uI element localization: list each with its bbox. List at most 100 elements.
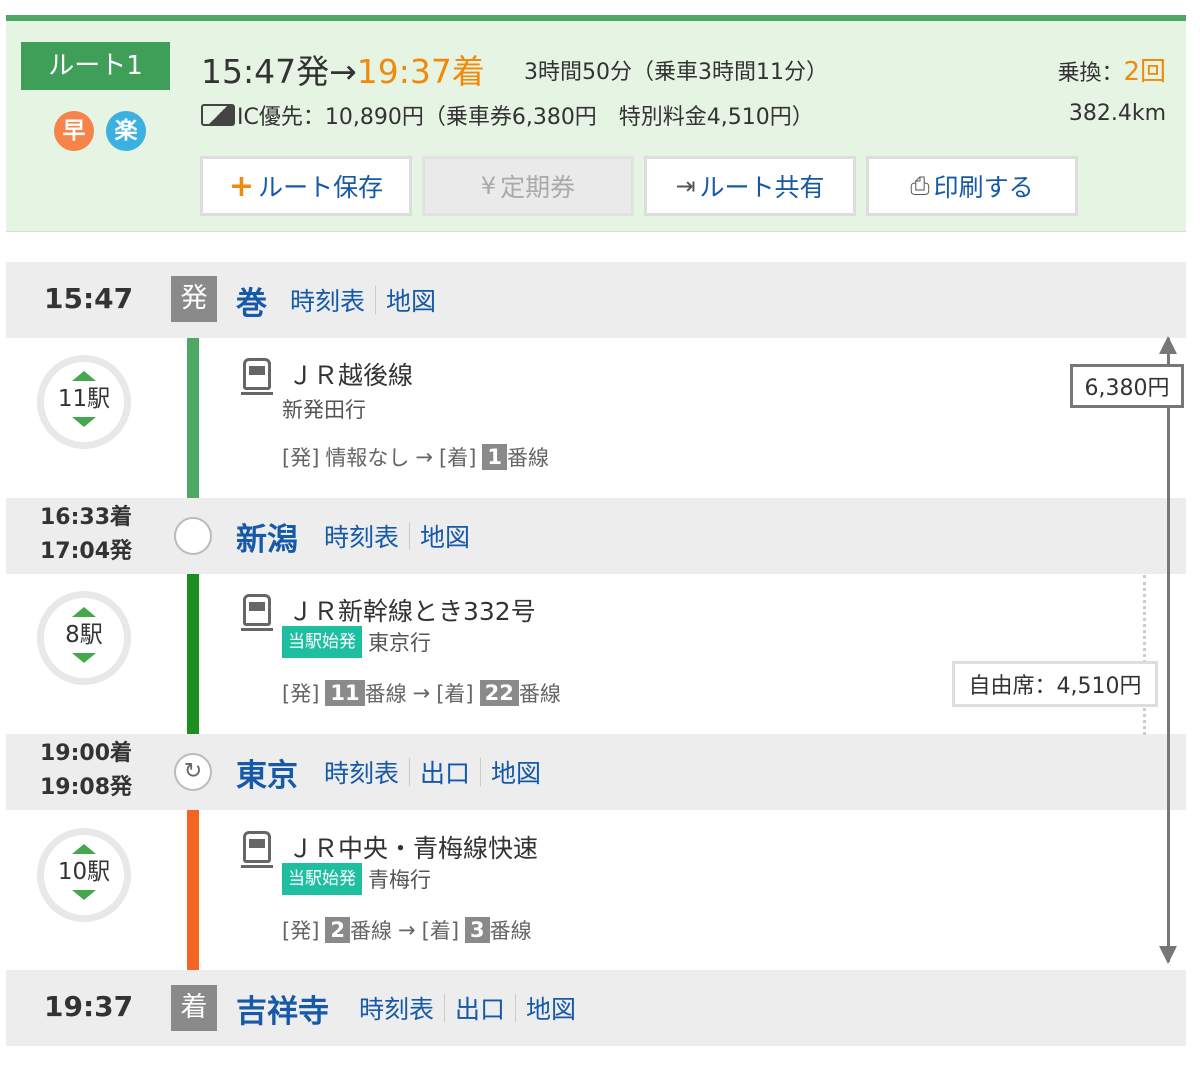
depart-time: 15:47発 (201, 52, 330, 91)
destination-2: 当駅始発 東京行 (282, 626, 431, 658)
transfer-count: 2回 (1123, 57, 1166, 87)
transfer-info: 乗換：2回 (1057, 51, 1166, 88)
timetable-link[interactable]: 時刻表 (324, 754, 399, 790)
arrow-up-icon (1159, 336, 1177, 354)
fare-summary: IC優先：10,890円（乗車券6,380円 特別料金4,510円） (201, 99, 814, 131)
track-suffix: 番線 (364, 682, 407, 706)
transfer-2-station-name[interactable]: 東京 (236, 750, 298, 795)
arrow-down-icon (1159, 946, 1177, 964)
seat-fare-box: 自由席：4,510円 (952, 661, 1158, 707)
seat-fare-dotted-line (1143, 575, 1146, 735)
origin-station-name[interactable]: 巻 (236, 278, 267, 323)
transfer-2-station-links: 時刻表 出口 地図 (324, 754, 541, 790)
platform-arrow: → (415, 445, 433, 469)
train-icon (241, 831, 273, 868)
print-label: 印刷する (933, 173, 1034, 202)
line-name-2: ＪＲ新幹線とき332号 (288, 597, 536, 626)
arrival-time: 16:33着 (40, 505, 133, 530)
expand-down-icon (72, 653, 96, 663)
destination-1: 新発田行 (282, 394, 366, 424)
map-link[interactable]: 地図 (420, 518, 470, 554)
platform-info-3: [発] 2 番線 → [着] 3 番線 (282, 915, 532, 945)
stop-count-label: 8駅 (65, 622, 103, 648)
platform-info-2: [発] 11 番線 → [着] 22 番線 (282, 678, 561, 708)
destination-text: 青梅行 (368, 868, 431, 892)
segment-line-3 (187, 790, 199, 990)
times-arrow: → (329, 52, 357, 91)
stop-count-3[interactable]: 10駅 (37, 828, 131, 922)
arr-label: [着] (436, 682, 474, 706)
exit-link[interactable]: 出口 (420, 754, 470, 790)
arrive-time: 19:37着 (356, 52, 485, 91)
fare-text: IC優先：10,890円（乗車券6,380円 特別料金4,510円） (237, 105, 814, 130)
timetable-link[interactable]: 時刻表 (290, 282, 365, 318)
exit-link[interactable]: 出口 (455, 990, 505, 1026)
line-name-3: ＪＲ中央・青梅線快速 (288, 834, 539, 863)
line-name-1: ＪＲ越後線 (288, 361, 414, 390)
stop-count-label: 10駅 (57, 859, 111, 885)
origin-station-badge: 当駅始発 (282, 626, 362, 658)
expand-down-icon (72, 417, 96, 427)
arr-platform-number: 22 (479, 680, 519, 706)
printer-icon: ⎙ (910, 172, 930, 200)
destination-text: 新発田行 (282, 398, 366, 422)
dep-label: [発] (282, 919, 320, 943)
origin-station-badge: 当駅始発 (282, 863, 362, 895)
dep-platform-text: 情報なし (325, 446, 410, 470)
arr-label: [着] (421, 919, 460, 943)
dep-label: [発] (282, 446, 320, 470)
transfer-1-times: 16:33着 17:04発 (40, 501, 132, 569)
share-route-button[interactable]: ⇥ ルート共有 (644, 156, 856, 216)
departure-time: 17:04発 (40, 539, 133, 564)
stop-count-label: 11駅 (57, 386, 111, 412)
destination-station-name[interactable]: 吉祥寺 (236, 986, 329, 1031)
expand-down-icon (72, 890, 96, 900)
transfer-1-station-name[interactable]: 新潟 (236, 514, 298, 559)
distance: 382.4km (1068, 101, 1166, 126)
commuter-pass-icon: ¥ (480, 172, 497, 200)
train-icon (241, 594, 273, 631)
timetable-link[interactable]: 時刻表 (324, 518, 399, 554)
route-times: 15:47発→19:37着 (201, 45, 485, 93)
platform-arrow: → (412, 681, 431, 705)
duration: 3時間50分（乗車3時間11分） (524, 60, 828, 85)
save-route-button[interactable]: + ルート保存 (200, 156, 412, 216)
arr-label: [着] (439, 446, 477, 470)
platform-info-1: [発] 情報なし → [着] 1 番線 (282, 442, 549, 472)
ic-card-icon (201, 104, 235, 126)
destination-time: 19:37 (44, 990, 134, 1023)
print-button[interactable]: ⎙ 印刷する (866, 156, 1078, 216)
dep-platform-number: 11 (325, 680, 365, 706)
departure-time: 19:08発 (40, 775, 133, 800)
transfer-icon: ↻ (174, 753, 212, 791)
segment-line-1 (187, 322, 199, 520)
origin-time: 15:47 (44, 282, 134, 315)
map-link[interactable]: 地図 (526, 990, 576, 1026)
destination-text: 東京行 (368, 631, 431, 655)
ticket-fare-box: 6,380円 (1070, 364, 1184, 408)
departure-mark: 発 (171, 276, 217, 322)
track-suffix: 番線 (507, 446, 550, 470)
platform-arrow: → (398, 918, 416, 942)
dep-label: [発] (282, 682, 320, 706)
destination-station-links: 時刻表 出口 地図 (359, 990, 576, 1026)
stop-count-1[interactable]: 11駅 (37, 355, 131, 449)
map-link[interactable]: 地図 (386, 282, 436, 318)
timetable-link[interactable]: 時刻表 (359, 990, 434, 1026)
transfer-2-times: 19:00着 19:08発 (40, 737, 132, 805)
segment-line-2 (187, 554, 199, 754)
fare-range-arrow (1159, 336, 1177, 964)
arrival-time: 19:00着 (40, 741, 133, 766)
stop-count-2[interactable]: 8駅 (37, 591, 131, 685)
route-label: ルート1 (21, 42, 170, 90)
expand-up-icon (72, 607, 96, 617)
map-link[interactable]: 地図 (491, 754, 541, 790)
track-suffix: 番線 (350, 919, 393, 943)
expand-up-icon (72, 844, 96, 854)
save-route-label: ルート保存 (258, 173, 384, 202)
expand-up-icon (72, 371, 96, 381)
commuter-pass-button[interactable]: ¥ 定期券 (422, 156, 634, 216)
arrival-mark: 着 (171, 985, 217, 1031)
origin-station-links: 時刻表 地図 (290, 282, 436, 318)
easiest-badge: 楽 (106, 111, 146, 151)
